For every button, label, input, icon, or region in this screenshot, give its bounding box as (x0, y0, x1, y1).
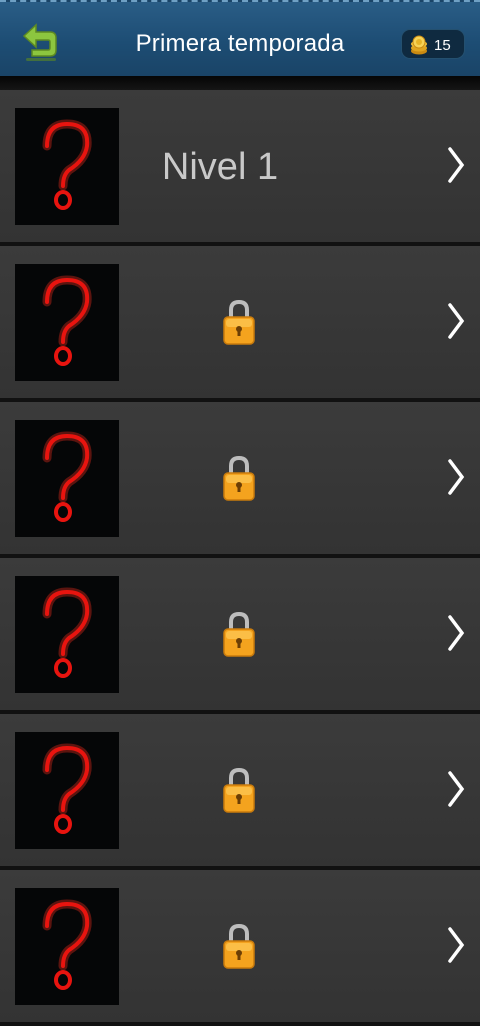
chevron-right-icon (448, 459, 465, 495)
neon-question-mark-icon (15, 420, 119, 537)
coin-count: 15 (434, 37, 451, 54)
neon-question-mark-icon (15, 732, 119, 849)
neon-question-mark-icon (15, 576, 119, 693)
top-bar: Primera temporada 15 (0, 0, 480, 76)
header-shadow (0, 76, 480, 90)
chevron-right-icon (448, 147, 465, 183)
neon-question-mark-icon (15, 108, 119, 225)
padlock-icon (223, 611, 255, 657)
chevron-right-icon (448, 771, 465, 807)
padlock-icon (223, 923, 255, 969)
coin-counter[interactable]: 15 (401, 29, 465, 59)
padlock-icon (223, 767, 255, 813)
chevron-right-icon (448, 927, 465, 963)
coin-stack-icon (411, 35, 427, 55)
padlock-icon (223, 299, 255, 345)
level-row[interactable] (0, 558, 480, 714)
chevron-right-icon (448, 615, 465, 651)
neon-question-mark-icon (15, 264, 119, 381)
level-row[interactable]: Nivel 1 (0, 90, 480, 246)
chevron-right-icon (448, 303, 465, 339)
level-row[interactable] (0, 246, 480, 402)
padlock-icon (223, 455, 255, 501)
level-label: Nivel 1 (161, 146, 279, 188)
level-row[interactable] (0, 714, 480, 870)
level-row[interactable] (0, 402, 480, 558)
neon-question-mark-icon (15, 888, 119, 1005)
level-row[interactable] (0, 870, 480, 1026)
